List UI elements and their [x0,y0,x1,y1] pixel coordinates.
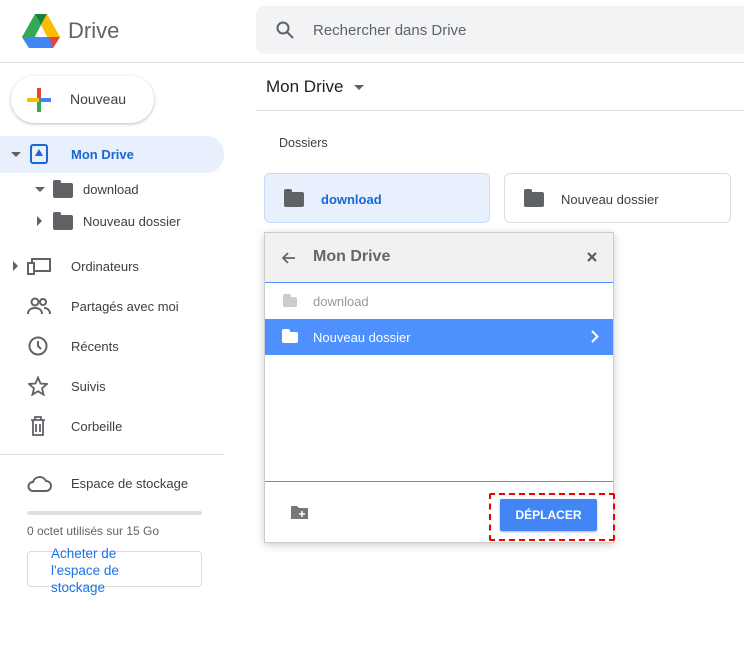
back-arrow-icon[interactable] [282,252,296,264]
folder-icon [53,212,73,230]
close-icon[interactable] [587,252,597,262]
folder-icon [53,180,73,198]
search-placeholder: Rechercher dans Drive [313,22,467,39]
sidebar-item-label: Ordinateurs [71,259,139,274]
sidebar-divider [0,454,224,455]
sidebar-item-label: Espace de stockage [71,476,189,491]
drive-icon [30,144,48,164]
buy-storage-button[interactable]: Acheter de l'espace de stockage [27,546,202,595]
people-icon [27,297,51,315]
caret-down-icon[interactable] [35,187,45,192]
main-title-text: Mon Drive [266,77,344,96]
sidebar-item-recent[interactable]: Récents [0,328,224,364]
dropdown-icon [354,85,365,91]
highlight-annotation [489,493,615,541]
folder-name: Nouveau dossier [313,330,411,345]
storage-usage: 0 octet utilisés sur 15 Go [27,524,160,538]
buy-storage-label: Acheter de l'espace de stockage [51,546,119,595]
folder-name: Nouveau dossier [561,192,659,207]
dialog-folder-download[interactable]: download [265,283,613,319]
folder-icon [284,189,304,207]
sidebar-item-label: Corbeille [71,419,123,434]
caret-down-icon[interactable] [11,152,21,157]
dialog-folder-nouveau-dossier[interactable]: Nouveau dossier [265,319,613,355]
caret-right-icon[interactable] [13,261,18,271]
sidebar-item-computers[interactable]: Ordinateurs [0,248,224,284]
dialog-header: Mon Drive [265,233,613,283]
sidebar-item-download[interactable]: download [0,178,224,200]
drive-logo[interactable] [22,14,60,48]
computer-icon [27,258,51,275]
main-divider [256,110,744,111]
section-heading: Dossiers [279,136,328,150]
header-divider [0,62,744,63]
clock-icon [28,336,48,356]
dialog-title: Mon Drive [313,248,391,265]
folder-icon [283,294,297,307]
folder-icon [282,329,298,343]
main-title[interactable]: Mon Drive [266,77,365,97]
star-icon [28,376,48,396]
sidebar-item-label: Nouveau dossier [83,214,181,229]
folder-name: download [313,294,369,309]
new-button-label: Nouveau [70,91,127,107]
sidebar-item-trash[interactable]: Corbeille [0,408,224,444]
plus-icon [27,88,51,112]
dialog-footer-divider [265,481,613,482]
folder-card-nouveau-dossier[interactable]: Nouveau dossier [504,173,731,223]
chevron-right-icon[interactable] [591,330,599,343]
sidebar-item-starred[interactable]: Suivis [0,368,224,404]
folder-name: download [321,192,382,207]
sidebar-item-storage[interactable]: Espace de stockage [0,465,224,501]
search-icon [276,21,294,39]
folder-card-download[interactable]: download [264,173,490,223]
search-input[interactable]: Rechercher dans Drive [256,6,744,54]
new-folder-icon[interactable] [291,505,308,519]
caret-right-icon[interactable] [37,216,42,226]
sidebar-item-nouveau-dossier[interactable]: Nouveau dossier [0,210,224,232]
sidebar-item-shared[interactable]: Partagés avec moi [0,288,224,324]
new-button[interactable]: Nouveau [11,76,154,123]
sidebar-item-label: Mon Drive [71,147,134,162]
sidebar-item-label: Partagés avec moi [71,299,179,314]
folder-icon [524,189,544,207]
app-name: Drive [68,18,120,43]
sidebar-item-label: Suivis [71,379,106,394]
storage-bar [27,511,202,515]
cloud-icon [27,476,52,492]
trash-icon [31,416,45,436]
sidebar-item-label: Récents [71,339,119,354]
sidebar-item-my-drive[interactable]: Mon Drive [0,136,224,173]
sidebar-item-label: download [83,182,139,197]
